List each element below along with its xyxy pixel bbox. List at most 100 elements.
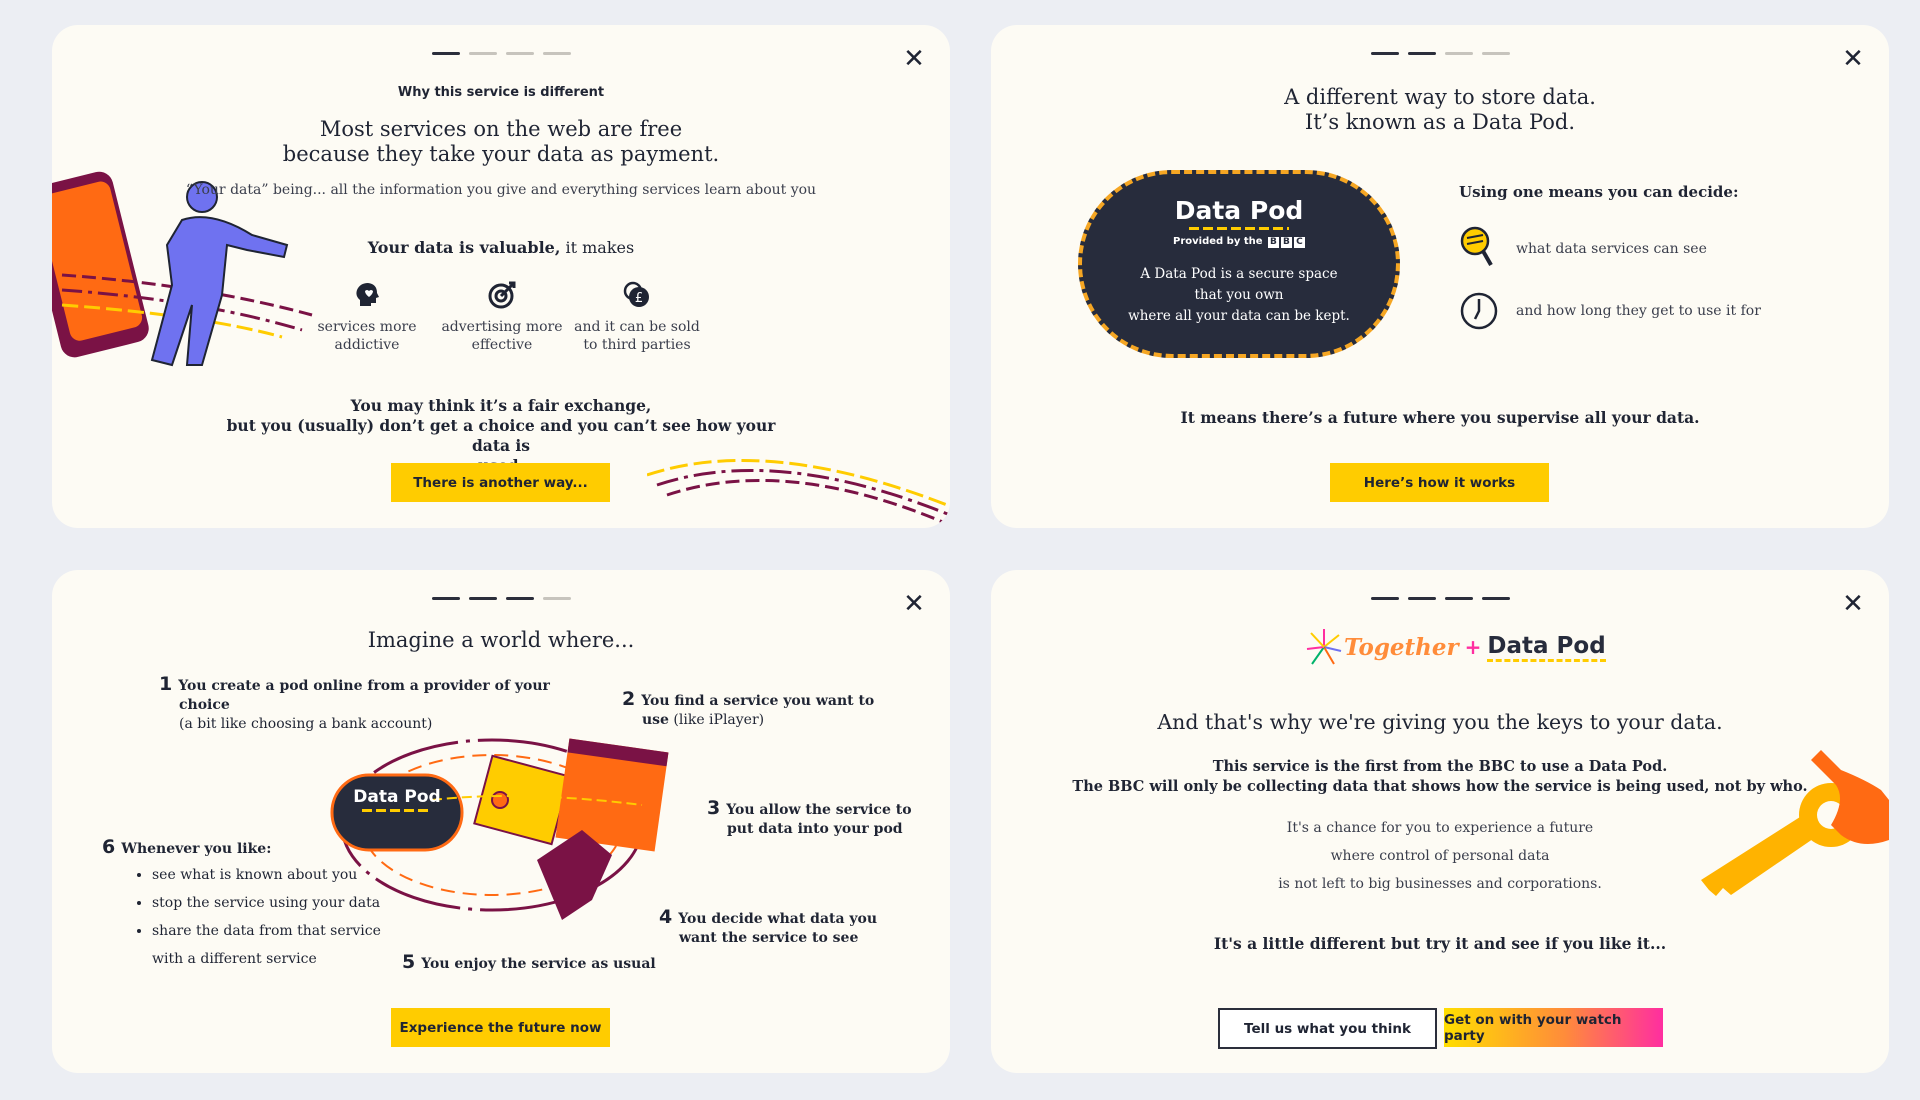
bbc-logo-block: B: [1280, 237, 1292, 248]
step-number: 4: [659, 906, 673, 928]
benefit-line-1: advertising more: [441, 319, 563, 335]
how-it-works-button[interactable]: Here’s how it works: [1330, 463, 1549, 502]
step-note: (like iPlayer): [668, 712, 765, 728]
pod-label-text: Data Pod: [353, 787, 441, 807]
step-number: 6: [102, 836, 116, 858]
card-title: A different way to store data. It’s know…: [991, 85, 1889, 135]
close-icon[interactable]: ✕: [900, 45, 928, 73]
step-text: put data into your pod: [727, 821, 903, 837]
title-line-1: Most services on the web are free: [319, 117, 683, 141]
step-text: You allow the service to: [726, 802, 912, 818]
experience-future-button[interactable]: Experience the future now: [391, 1008, 610, 1047]
step-text: You enjoy the service as usual: [421, 956, 656, 972]
plus-sign: +: [1464, 635, 1482, 659]
svg-text:£: £: [635, 291, 643, 306]
step-text: choice: [179, 697, 230, 713]
step-text: use: [642, 712, 669, 728]
pod-desc-line: where all your data can be kept.: [1128, 308, 1350, 324]
benefit-addictive: services more addictive: [297, 280, 437, 354]
card-title: Imagine a world where...: [367, 628, 635, 652]
step-number: 1: [159, 673, 173, 695]
step-number: 5: [402, 951, 416, 973]
feedback-button[interactable]: Tell us what you think: [1218, 1008, 1437, 1049]
try-text: It's a little different but try it and s…: [1213, 934, 1667, 953]
card-title: Most services on the web are free becaus…: [52, 117, 950, 167]
intro-card-2: ✕ A different way to store data. It’s kn…: [991, 25, 1889, 528]
close-icon[interactable]: ✕: [1839, 45, 1867, 73]
intro-card-4: ✕ Together + Data Pod And that's why we'…: [991, 570, 1889, 1073]
another-way-button[interactable]: There is another way...: [391, 463, 610, 502]
benefit-line-1: and it can be sold: [574, 319, 700, 335]
title-line-2: because they take your data as payment.: [282, 142, 720, 166]
step-3: 3 You allow the service to put data into …: [707, 799, 912, 839]
step-text: want the service to see: [679, 930, 859, 946]
key-hand-illustration: [1701, 750, 1889, 896]
benefit-line-2: to third parties: [583, 337, 691, 353]
pod-underline: [1189, 227, 1289, 230]
eyebrow-label: Why this service is different: [397, 85, 605, 100]
pod-title: Data Pod: [1174, 196, 1304, 225]
together-wordmark: Together: [1344, 633, 1459, 661]
pod-desc-line: A Data Pod is a secure space: [1140, 266, 1338, 282]
step-2: 2 You find a service you want to use (lik…: [622, 690, 874, 730]
valuable-rest: it makes: [560, 238, 635, 257]
step-5: 5 You enjoy the service as usual: [402, 953, 656, 974]
decide-item-text: and how long they get to use it for: [1516, 303, 1761, 319]
step-text: You create a pod online from a provider …: [178, 678, 550, 694]
step-1: 1 You create a pod online from a provider…: [159, 675, 550, 734]
decide-heading: Using one means you can decide:: [1459, 183, 1739, 201]
valuable-heading: Your data is valuable, it makes: [52, 238, 950, 257]
exchange-line-1: You may think it’s a fair exchange,: [350, 396, 652, 415]
valuable-bold: Your data is valuable,: [367, 238, 561, 257]
decorative-waves: [647, 459, 950, 527]
step-text: Whenever you like:: [121, 841, 272, 857]
benefit-line-2: effective: [471, 337, 533, 353]
future-text: It means there’s a future where you supe…: [1180, 408, 1700, 427]
head-heart-icon: [356, 283, 379, 306]
together-datapod-logo: Together + Data Pod: [1306, 627, 1606, 667]
decide-item-text: what data services can see: [1516, 241, 1707, 257]
step-number: 2: [622, 688, 636, 710]
whenever-list: see what is known about you stop the ser…: [134, 861, 381, 973]
benefit-line-2: addictive: [334, 337, 400, 353]
coins-pound-icon: £: [623, 281, 649, 307]
intro-card-3: ✕ Imagine a world where... Data Pod 1 You…: [52, 570, 950, 1073]
target-icon: [488, 281, 516, 309]
benefit-advertising: advertising more effective: [432, 280, 572, 354]
progress-indicator: [991, 597, 1889, 600]
list-item: see what is known about you: [152, 861, 381, 889]
step-4: 4 You decide what data you want the servi…: [659, 908, 877, 948]
progress-indicator: [52, 597, 950, 600]
step-text: You decide what data you: [678, 911, 878, 927]
list-item: stop the service using your data: [152, 889, 381, 917]
pod-description: A Data Pod is a secure space that you ow…: [1082, 264, 1396, 327]
magnifier-icon: [1460, 226, 1493, 266]
list-item: with a different service: [152, 951, 317, 967]
step-note: (a bit like choosing a bank account): [179, 716, 433, 732]
step-text: You find a service you want to: [641, 693, 875, 709]
bbc-logo-block: C: [1293, 237, 1305, 248]
benefit-line-1: services more: [317, 319, 417, 335]
pod-provided-label: Provided by the: [1173, 236, 1263, 247]
close-icon[interactable]: ✕: [900, 590, 928, 618]
title-line-2: It’s known as a Data Pod.: [1304, 110, 1576, 134]
close-icon[interactable]: ✕: [1839, 590, 1867, 618]
fireworks-icon: [1306, 629, 1342, 665]
watch-party-button[interactable]: Get on with your watch party: [1444, 1008, 1663, 1047]
list-item: share the data from that service: [152, 917, 381, 945]
pod-desc-line: that you own: [1194, 287, 1284, 303]
datapod-wordmark: Data Pod: [1487, 633, 1606, 662]
pod-underline: [362, 809, 432, 812]
data-pod-graphic: Data Pod Provided by the BBC A Data Pod …: [1078, 170, 1400, 358]
clock-icon: [1460, 292, 1498, 330]
step-number: 3: [707, 797, 721, 819]
intro-card-1: ✕ Why this service is different Most ser…: [52, 25, 950, 528]
pod-label: Data Pod: [332, 787, 462, 812]
data-definition: “Your data” being... all the information…: [185, 182, 817, 198]
bbc-logo-block: B: [1267, 237, 1279, 248]
pod-provided: Provided by the BBC: [1082, 236, 1396, 248]
step-6: 6 Whenever you like:: [102, 838, 271, 859]
progress-indicator: [991, 52, 1889, 55]
progress-indicator: [52, 52, 950, 55]
title-line-1: A different way to store data.: [1284, 85, 1596, 109]
